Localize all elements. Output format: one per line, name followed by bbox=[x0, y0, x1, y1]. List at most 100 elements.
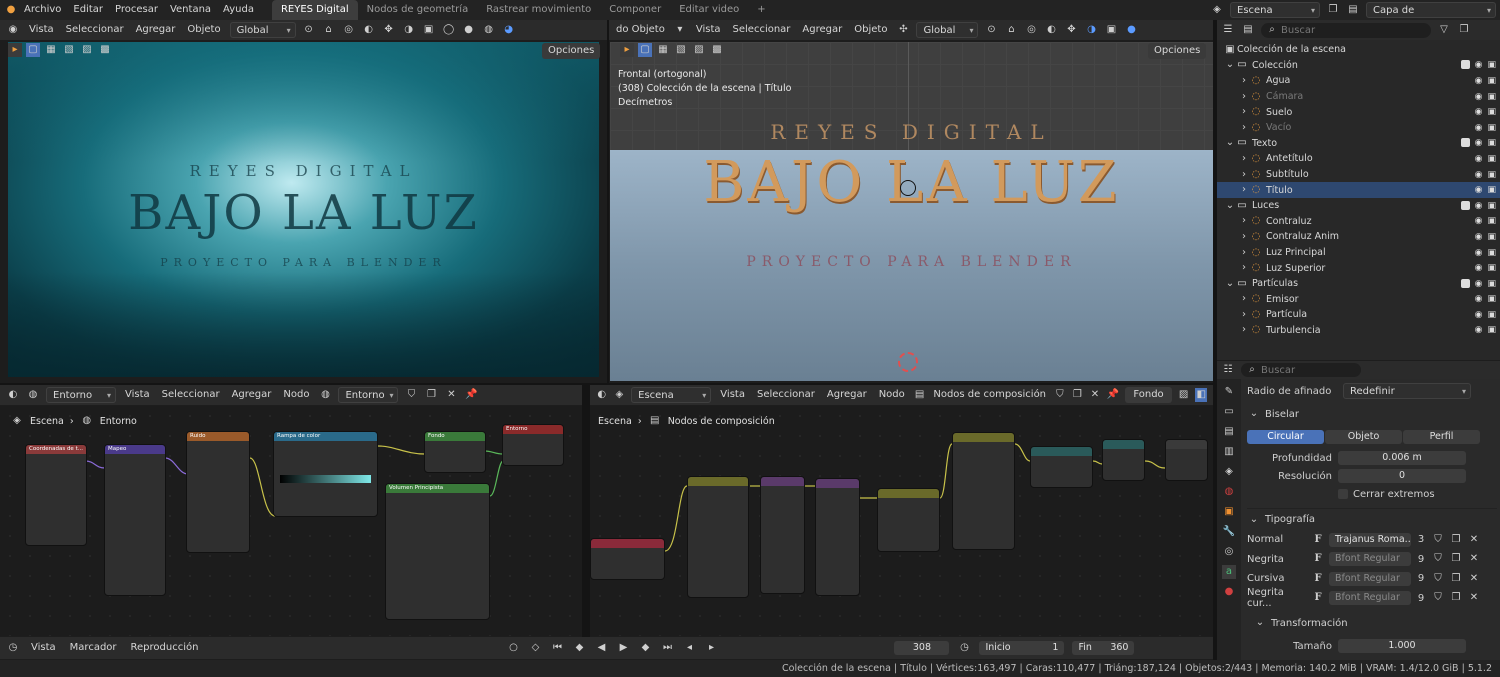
backdrop-toggle-icon[interactable]: ◧ bbox=[1195, 388, 1207, 402]
node-resplandor-1[interactable] bbox=[760, 476, 805, 594]
viewport-right-menu-objeto[interactable]: Objeto bbox=[851, 20, 890, 40]
font-name-field[interactable]: Bfont Regular bbox=[1329, 571, 1411, 586]
material-tab-icon[interactable]: ● bbox=[1222, 585, 1236, 599]
camera-render-icon[interactable]: ▣ bbox=[1487, 263, 1496, 273]
font-unlink-icon[interactable]: ✕ bbox=[1467, 533, 1481, 547]
outliner-item[interactable]: › ◌ Vacío ◉ ▣ bbox=[1217, 120, 1500, 136]
pivot-icon[interactable]: ⊙ bbox=[302, 23, 316, 37]
object-tab-icon[interactable]: ▣ bbox=[1222, 505, 1236, 519]
pin-icon[interactable]: 📌 bbox=[464, 388, 478, 402]
tool-tab-icon[interactable]: ✎ bbox=[1222, 385, 1236, 399]
tab-rastrear-movimiento[interactable]: Rastrear movimiento bbox=[477, 0, 600, 20]
node-ruido[interactable]: Ruido bbox=[186, 431, 250, 553]
expand-chevron-icon[interactable]: ⌄ bbox=[1225, 277, 1235, 291]
modifier-tab-icon[interactable]: 🔧 bbox=[1222, 525, 1236, 539]
eye-icon[interactable]: ◉ bbox=[1475, 107, 1483, 117]
outliner-item[interactable]: › ◌ Partícula ◉ ▣ bbox=[1217, 307, 1500, 323]
compositor-type-icon[interactable]: ◐ bbox=[596, 388, 608, 402]
shading-solid-icon[interactable]: ● bbox=[462, 23, 476, 37]
select-extend-right-icon[interactable]: ▦ bbox=[656, 43, 670, 57]
select-box-icon[interactable]: ▢ bbox=[26, 43, 40, 57]
filter-icon[interactable]: ▽ bbox=[1437, 23, 1451, 37]
camera-render-icon[interactable]: ▣ bbox=[1487, 92, 1496, 102]
add-workspace-button[interactable]: + bbox=[748, 0, 774, 20]
compositor-node-canvas[interactable]: Escena › ▤ Nodos de composición bbox=[590, 406, 1213, 636]
tree-fake-user-icon[interactable]: ⛉ bbox=[1054, 388, 1066, 402]
font-name-field[interactable]: Trajanus Roma... bbox=[1329, 532, 1411, 547]
menu-editar[interactable]: Editar bbox=[67, 0, 109, 20]
select-invert-icon[interactable]: ▨ bbox=[80, 43, 94, 57]
select-extend-icon[interactable]: ▦ bbox=[44, 43, 58, 57]
transformacion-header[interactable]: Transformación bbox=[1271, 618, 1348, 629]
outliner-item[interactable]: ⌄ ▭ Texto ◉ ▣ bbox=[1217, 136, 1500, 152]
outliner-root[interactable]: ▣ Colección de la escena bbox=[1217, 42, 1500, 58]
overlay-icon[interactable]: ◑ bbox=[402, 23, 416, 37]
node-curvas-rgb-2[interactable] bbox=[952, 432, 1015, 550]
expand-chevron-icon[interactable]: ⌄ bbox=[1225, 199, 1235, 213]
node-salida-grupo[interactable] bbox=[1165, 439, 1208, 481]
viewport-left-orientation[interactable]: Global bbox=[229, 22, 296, 39]
bevel-mode-circular[interactable]: Circular bbox=[1247, 430, 1324, 444]
backdrop-settings-icon[interactable]: ▨ bbox=[1178, 388, 1190, 402]
camera-render-icon[interactable]: ▣ bbox=[1487, 76, 1496, 86]
outliner-item[interactable]: › ◌ Luz Principal ◉ ▣ bbox=[1217, 245, 1500, 261]
biselar-header[interactable]: Biselar bbox=[1265, 409, 1299, 420]
viewport-right-options-button[interactable]: Opciones bbox=[1148, 43, 1207, 59]
node-entorno-output[interactable]: Entorno bbox=[502, 424, 564, 466]
tipografia-header[interactable]: Tipografía bbox=[1265, 514, 1315, 525]
play-icon[interactable]: ▶ bbox=[616, 641, 630, 655]
node-rampa[interactable]: Rampa de color bbox=[273, 431, 378, 517]
select-subtract-icon[interactable]: ▧ bbox=[62, 43, 76, 57]
transformacion-chevron-icon[interactable]: ⌄ bbox=[1253, 616, 1267, 630]
shading-material-icon[interactable]: ◍ bbox=[482, 23, 496, 37]
timeline-type-icon[interactable]: ◷ bbox=[6, 641, 20, 655]
duplicate-world-icon[interactable]: ❐ bbox=[424, 388, 438, 402]
mode-selector[interactable]: do Objeto bbox=[614, 20, 667, 40]
select-box-right-icon[interactable]: ▢ bbox=[638, 43, 652, 57]
outliner-item[interactable]: › ◌ Antetítulo ◉ ▣ bbox=[1217, 151, 1500, 167]
camera-render-icon[interactable]: ▣ bbox=[1487, 232, 1496, 242]
node-mapeo[interactable]: Mapeo bbox=[104, 444, 166, 596]
font-name-field[interactable]: Bfont Regular bbox=[1329, 591, 1411, 606]
exclude-checkbox[interactable] bbox=[1460, 200, 1470, 210]
new-scene-icon[interactable]: ❐ bbox=[1326, 3, 1340, 17]
font-unlink-icon[interactable]: ✕ bbox=[1467, 572, 1481, 586]
expand-chevron-icon[interactable]: › bbox=[1239, 214, 1249, 228]
font-unlink-icon[interactable]: ✕ bbox=[1467, 591, 1481, 605]
timeline-menu-reproduccion[interactable]: Reproducción bbox=[128, 638, 211, 658]
outliner-item[interactable]: ⌄ ▭ Luces ◉ ▣ bbox=[1217, 198, 1500, 214]
font-open-icon[interactable]: ❐ bbox=[1449, 591, 1463, 605]
color-ramp-bar[interactable] bbox=[280, 475, 371, 483]
viewport-right-orientation[interactable]: Global bbox=[916, 22, 979, 39]
camera-render-icon[interactable]: ▣ bbox=[1487, 248, 1496, 258]
overlay-right-icon[interactable]: ◑ bbox=[1084, 23, 1098, 37]
gizmo-icon[interactable]: ✥ bbox=[382, 23, 396, 37]
camera-render-icon[interactable]: ▣ bbox=[1487, 185, 1496, 195]
viewport-left-options-button[interactable]: Opciones bbox=[542, 43, 601, 59]
shader-menu-nodo[interactable]: Nodo bbox=[280, 385, 312, 405]
xray-icon[interactable]: ▣ bbox=[422, 23, 436, 37]
node-coordenadas[interactable]: Coordenadas de t... bbox=[25, 444, 87, 546]
mode-chevron-icon[interactable]: ▾ bbox=[673, 23, 687, 37]
select-invert-right-icon[interactable]: ▨ bbox=[692, 43, 706, 57]
outliner-item[interactable]: › ◌ Título ◉ ▣ bbox=[1217, 182, 1500, 198]
shader-menu-agregar[interactable]: Agregar bbox=[229, 385, 275, 405]
clock-icon[interactable]: ◷ bbox=[957, 641, 971, 655]
bevel-mode-objeto[interactable]: Objeto bbox=[1325, 430, 1402, 444]
expand-chevron-icon[interactable]: › bbox=[1239, 292, 1249, 306]
shader-node-canvas[interactable]: ◈ Escena › ◍ Entorno Coordenadas de t...… bbox=[0, 406, 582, 636]
viewport-right-solid[interactable]: Frontal (ortogonal) (308) Colección de l… bbox=[610, 42, 1213, 381]
tamano-field[interactable]: 1.000 bbox=[1338, 639, 1466, 653]
outliner-search-box[interactable]: ⌕ Buscar bbox=[1261, 22, 1431, 38]
prev-frame-icon[interactable]: ◂ bbox=[682, 641, 696, 655]
viewport-right-menu-vista[interactable]: Vista bbox=[693, 20, 724, 40]
snap-icon[interactable]: ⌂ bbox=[322, 23, 336, 37]
new-collection-icon[interactable]: ❐ bbox=[1457, 23, 1471, 37]
shader-menu-seleccionar[interactable]: Seleccionar bbox=[159, 385, 223, 405]
output-tab-icon[interactable]: ▤ bbox=[1222, 425, 1236, 439]
viewport-left-menu-seleccionar[interactable]: Seleccionar bbox=[63, 20, 127, 40]
expand-chevron-icon[interactable]: › bbox=[1239, 152, 1249, 166]
eye-icon[interactable]: ◉ bbox=[1475, 123, 1483, 133]
unlink-world-icon[interactable]: ✕ bbox=[444, 388, 458, 402]
expand-chevron-icon[interactable]: › bbox=[1239, 246, 1249, 260]
